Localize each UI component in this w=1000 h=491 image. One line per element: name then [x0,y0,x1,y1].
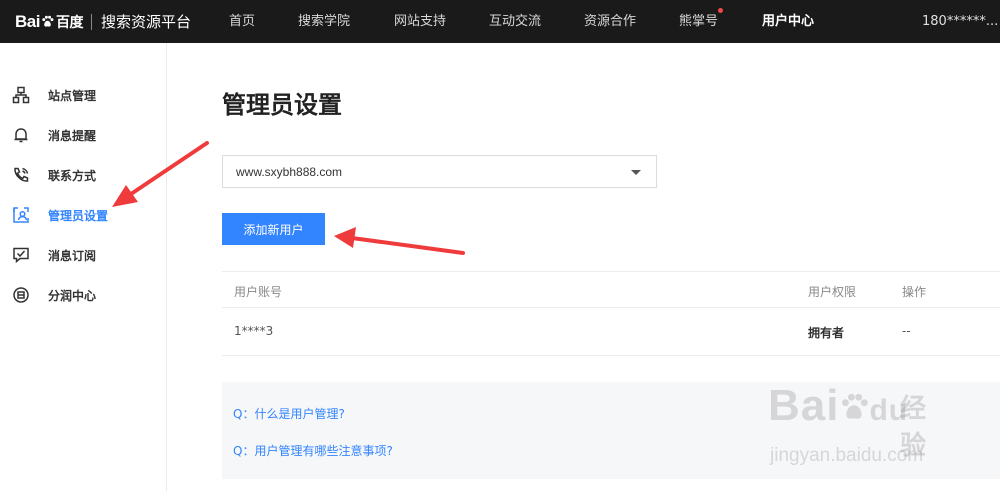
column-header-permission: 用户权限 [808,285,857,299]
cell-account: 1****3 [234,324,274,338]
logo-text: Bai [15,11,40,31]
watermark: Bai du 经验 jingyan.baidu.com [768,381,948,473]
subscribe-icon [11,245,31,265]
faq-link-user-management-notes[interactable]: Q：用户管理有哪些注意事项? [233,442,393,459]
paw-icon [42,15,54,27]
site-select-value: www.sxybh888.com [236,164,343,179]
sidebar-item-profit-share[interactable]: 分润中心 [0,275,166,315]
account-menu[interactable]: 180******... [922,0,1000,43]
chevron-down-icon [631,170,641,175]
sidebar-item-label: 管理员设置 [48,208,109,223]
column-header-account: 用户账号 [234,285,283,299]
user-table: 用户账号 用户权限 操作 1****3 拥有者 -- [222,271,1000,356]
admin-user-icon [11,205,31,225]
sidebar-item-site-management[interactable]: 站点管理 [0,75,166,115]
platform-name: 搜索资源平台 [100,13,191,31]
annotation-arrow-button [334,227,465,255]
sidebar-item-label: 消息订阅 [48,248,97,263]
sidebar-item-label: 分润中心 [48,288,97,303]
baidu-logo[interactable]: Bai 百度 搜索资源平台 [0,0,191,43]
sidebar: 站点管理 消息提醒 联系方式 管理员设置 消息订阅 分润中心 [0,43,167,491]
sidebar-item-admin-settings[interactable]: 管理员设置 [0,195,166,235]
logo-wordmark: Bai 百度 [15,12,83,32]
sidebar-item-label: 消息提醒 [48,128,97,143]
watermark-paw-icon [842,393,869,419]
sidebar-item-subscription[interactable]: 消息订阅 [0,235,166,275]
sidebar-item-label: 站点管理 [48,88,97,103]
sidebar-item-notifications[interactable]: 消息提醒 [0,115,166,155]
profit-share-icon [11,285,31,305]
nav-search-academy[interactable]: 搜索学院 [298,0,350,43]
phone-icon [11,165,31,185]
watermark-url: jingyan.baidu.com [770,445,924,466]
nav-xiongzhang[interactable]: 熊掌号 [679,0,724,43]
column-header-action: 操作 [902,285,927,299]
add-new-user-button[interactable]: 添加新用户 [222,213,325,245]
sidebar-item-label: 联系方式 [48,168,97,183]
cell-action: -- [902,324,911,338]
logo-cn-text: 百度 [55,13,84,30]
bell-icon [11,125,31,145]
nav-xiongzhang-label: 熊掌号 [679,14,719,29]
nav-interaction[interactable]: 互动交流 [489,0,541,43]
nav-resource-cooperation[interactable]: 资源合作 [584,0,636,43]
top-navigation-bar: Bai 百度 搜索资源平台 首页 搜索学院 网站支持 互动交流 资源合作 熊掌号… [0,0,1000,43]
cell-permission: 拥有者 [808,326,845,340]
notification-dot [718,8,724,13]
nav-user-center[interactable]: 用户中心 [762,0,814,43]
table-header: 用户账号 用户权限 操作 [222,271,1000,308]
table-row: 1****3 拥有者 -- [222,308,1000,356]
sidebar-item-contact[interactable]: 联系方式 [0,155,166,195]
nav-home[interactable]: 首页 [229,0,255,43]
site-select-dropdown[interactable]: www.sxybh888.com [222,155,657,188]
page-title: 管理员设置 [222,91,342,119]
faq-link-what-is-user-management[interactable]: Q：什么是用户管理? [233,405,345,422]
sitemap-icon [11,85,31,105]
watermark-brand: Bai du [768,381,908,431]
nav-site-support[interactable]: 网站支持 [394,0,446,43]
watermark-brand-left: Bai [768,381,840,430]
logo-divider [90,13,92,30]
